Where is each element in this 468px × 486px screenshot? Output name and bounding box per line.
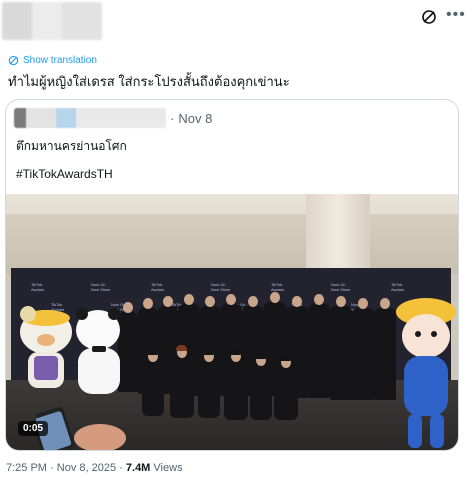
person (274, 368, 298, 420)
person (224, 362, 248, 420)
person (198, 362, 220, 418)
mascot-blue (396, 298, 456, 448)
show-translation-label: Show translation (23, 55, 97, 66)
head (184, 294, 194, 305)
video-duration: 0:05 (18, 421, 49, 436)
head (314, 294, 324, 305)
hair (176, 345, 187, 351)
head (336, 296, 346, 307)
quote-hashtag[interactable]: #TikTokAwardsTH (16, 167, 113, 181)
more-icon[interactable]: ••• (446, 6, 466, 24)
head (270, 292, 280, 303)
quote-date: Nov 8 (178, 110, 213, 126)
quote-author-redacted[interactable] (14, 108, 166, 128)
post-meta: 7:25 PM · Nov 8, 2025 · 7.4M Views (6, 462, 183, 474)
quote-text: ตึกมหานครย่านอโศก (16, 139, 127, 153)
head (248, 296, 258, 307)
head (143, 298, 153, 309)
hair (280, 355, 291, 361)
hair (255, 353, 266, 359)
phone-in-hand (36, 407, 126, 450)
bear-mascot-pair (20, 306, 120, 394)
person (308, 304, 330, 398)
wall (6, 214, 458, 274)
author-redacted-header[interactable] (2, 2, 102, 40)
head (226, 294, 236, 305)
hair (203, 349, 214, 355)
person (352, 308, 374, 400)
head (380, 298, 390, 309)
video-player[interactable]: TikTok Awards Now On Now Shine TikTok Award… (6, 194, 458, 450)
person (170, 358, 194, 418)
head (358, 298, 368, 309)
head (163, 296, 173, 307)
grok-icon[interactable] (420, 8, 438, 26)
quoted-post[interactable]: · Nov 8 ตึกมหานครย่านอโศก #TikTokAwardsT… (5, 99, 459, 451)
hair (147, 349, 158, 355)
person (142, 362, 164, 416)
meta-separator: · (50, 462, 54, 474)
head (292, 296, 302, 307)
views-count[interactable]: 7.4M (126, 462, 150, 474)
hair (230, 349, 241, 355)
person (330, 306, 352, 400)
meta-separator: · (119, 462, 123, 474)
post-date[interactable]: Nov 8, 2025 (57, 462, 116, 474)
translate-icon (8, 55, 19, 66)
show-translation-link[interactable]: Show translation (8, 55, 97, 66)
post-text: ทำไมผู้หญิงใส่เดรส ใส่กระโปรงสั้นถึงต้อง… (8, 74, 290, 89)
person (250, 366, 272, 420)
post-time[interactable]: 7:25 PM (6, 462, 47, 474)
quote-header: · Nov 8 (14, 108, 212, 128)
views-label: Views (153, 462, 183, 474)
head (205, 296, 215, 307)
quote-separator: · (170, 110, 175, 126)
